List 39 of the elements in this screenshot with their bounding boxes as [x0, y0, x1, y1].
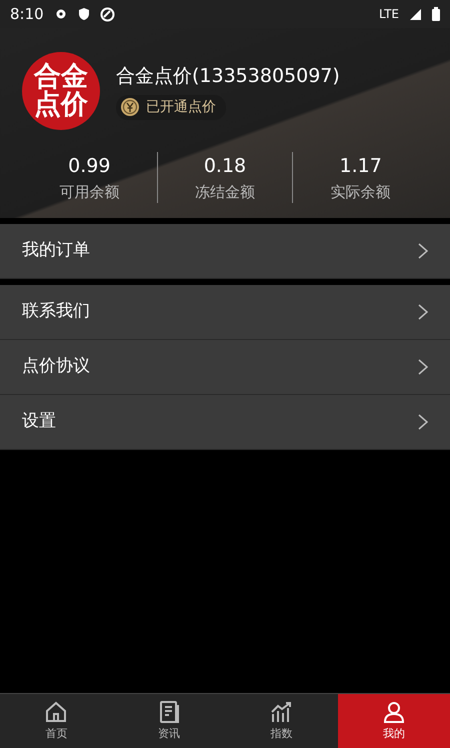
coin-icon — [120, 97, 140, 118]
nav-label: 资讯 — [158, 726, 180, 742]
nav-label: 我的 — [382, 726, 405, 742]
shield-icon — [78, 7, 90, 21]
balance-value: 1.17 — [338, 154, 383, 179]
balance-label: 可用余额 — [58, 182, 120, 202]
menu-label: 联系我们 — [22, 300, 90, 324]
nav-tab[interactable]: 指数 — [225, 694, 338, 748]
status-text: 已开通点价 — [146, 98, 216, 117]
gauge-icon — [100, 6, 115, 22]
chevron-right-icon — [418, 304, 428, 320]
user-icon — [382, 700, 406, 724]
balance-value: 0.18 — [202, 154, 248, 179]
menu-item[interactable]: 设置 — [0, 395, 450, 450]
menu-label: 点价协议 — [22, 355, 90, 378]
nav-label: 首页 — [45, 726, 68, 742]
menu-item[interactable]: 联系我们 — [0, 285, 450, 340]
chevron-right-icon — [418, 414, 428, 430]
signal-icon — [409, 8, 422, 20]
menu-item[interactable]: 点价协议 — [0, 340, 450, 395]
nav-tab[interactable]: 资讯 — [112, 694, 225, 748]
chevron-right-icon — [418, 359, 428, 375]
user-name: 合金点价(13353805097) — [116, 64, 340, 90]
home-icon — [44, 700, 68, 724]
clock-text: 8:10 — [10, 4, 44, 25]
nav-tab[interactable]: 首页 — [0, 694, 112, 748]
balance-label: 实际余额 — [330, 182, 392, 202]
battery-icon — [432, 7, 440, 21]
nav-tab[interactable]: 我的 — [338, 694, 450, 748]
menu-label: 我的订单 — [22, 239, 90, 262]
balance-value: 0.99 — [67, 154, 112, 179]
network-text: LTE — [379, 6, 399, 23]
nav-label: 指数 — [270, 726, 292, 742]
chart-icon — [269, 700, 294, 724]
menu-label: 设置 — [22, 410, 56, 434]
chevron-right-icon — [418, 243, 428, 259]
menu-item[interactable]: 我的订单 — [0, 224, 450, 279]
logo: 合金点价 — [22, 52, 100, 130]
balance-label: 冻结金额 — [194, 182, 256, 202]
